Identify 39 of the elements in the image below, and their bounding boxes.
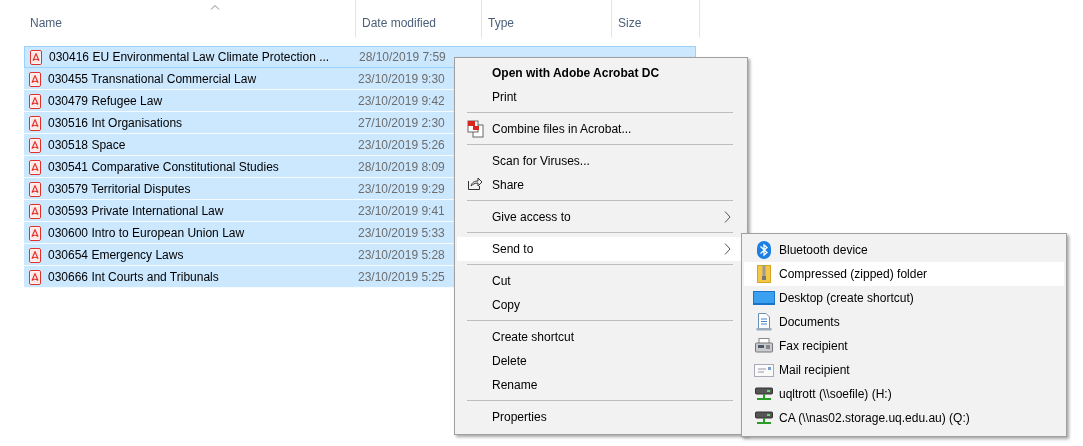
mail-icon	[754, 363, 774, 377]
desktop-icon	[753, 291, 775, 305]
pdf-file-icon	[29, 247, 41, 263]
menu-item[interactable]: Delete	[457, 349, 745, 373]
pdf-file-icon	[29, 225, 41, 241]
menu-item[interactable]: Mail recipient	[744, 358, 1064, 382]
menu-item[interactable]: Desktop (create shortcut)	[744, 286, 1064, 310]
menu-item[interactable]: CA (\\nas02.storage.uq.edu.au) (Q:)	[744, 406, 1064, 430]
combine-files-icon	[467, 120, 485, 138]
pdf-file-icon	[29, 269, 41, 285]
bluetooth-icon	[757, 241, 771, 259]
menu-item[interactable]: Compressed (zipped) folder	[744, 262, 1064, 286]
pdf-file-icon	[29, 137, 41, 153]
column-header[interactable]: Date modified	[356, 0, 482, 38]
document-icon	[756, 313, 772, 331]
network-drive-icon	[755, 386, 773, 402]
menu-item[interactable]: Bluetooth device	[744, 238, 1064, 262]
menu-item[interactable]: Documents	[744, 310, 1064, 334]
network-drive-icon	[755, 410, 773, 426]
pdf-file-icon	[29, 181, 41, 197]
pdf-file-icon	[30, 49, 42, 65]
menu-item[interactable]: Copy	[457, 293, 745, 317]
column-header[interactable]: Name	[24, 0, 356, 38]
pdf-file-icon	[29, 115, 41, 131]
menu-item[interactable]: Properties	[457, 405, 745, 429]
column-header[interactable]: Type	[482, 0, 612, 38]
pdf-file-icon	[29, 93, 41, 109]
column-header[interactable]: Size	[612, 0, 700, 38]
menu-item[interactable]: Rename	[457, 373, 745, 397]
menu-item[interactable]: uqltrott (\\soefile) (H:)	[744, 382, 1064, 406]
pdf-file-icon	[29, 71, 41, 87]
sort-caret-icon	[209, 4, 220, 10]
zip-folder-icon	[757, 265, 771, 283]
fax-icon	[755, 338, 773, 354]
share-icon	[467, 176, 483, 191]
pdf-file-icon	[29, 203, 41, 219]
menu-item[interactable]: Fax recipient	[744, 334, 1064, 358]
pdf-file-icon	[29, 159, 41, 175]
menu-item[interactable]: Create shortcut	[457, 325, 745, 349]
